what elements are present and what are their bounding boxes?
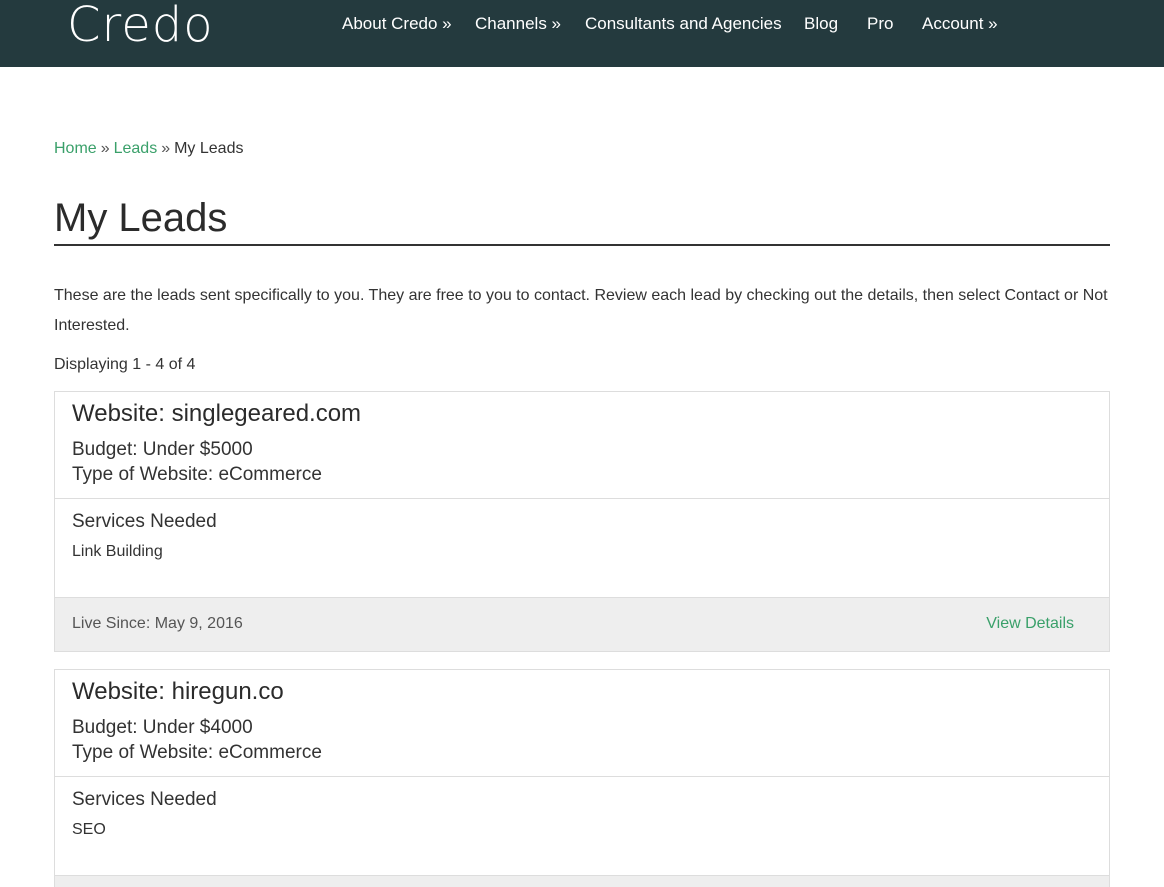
lead-card-header: Website: singlegeared.com Budget: Under … [55, 392, 1109, 499]
nav-channels[interactable]: Channels » [475, 13, 561, 35]
nav-blog[interactable]: Blog [804, 13, 838, 35]
lead-website-type: Type of Website: eCommerce [72, 742, 322, 763]
breadcrumb-current: My Leads [174, 140, 244, 157]
credo-logo[interactable]: Credo [67, 0, 214, 53]
nav-consultants-agencies[interactable]: Consultants and Agencies [585, 13, 782, 35]
nav-account[interactable]: Account » [922, 13, 998, 35]
lead-website: Website: singlegeared.com [72, 400, 362, 427]
lead-card: Website: singlegeared.com Budget: Under … [54, 391, 1110, 652]
services-needed-heading: Services Needed [72, 511, 217, 532]
result-count: Displaying 1 - 4 of 4 [54, 356, 196, 373]
breadcrumb: Home» Leads» My Leads [54, 139, 243, 159]
intro-text: These are the leads sent specifically to… [54, 287, 1108, 334]
live-since: Live Since: May 9, 2016 [72, 615, 243, 632]
top-navigation-bar: Credo About Credo » Channels » Consultan… [0, 0, 1164, 67]
lead-website: Website: hiregun.co [72, 678, 284, 705]
lead-budget: Budget: Under $5000 [72, 439, 253, 460]
breadcrumb-separator: » [161, 140, 171, 157]
nav-about-credo[interactable]: About Credo » [342, 13, 452, 35]
services-needed-value: Link Building [72, 543, 163, 560]
lead-card-header: Website: hiregun.co Budget: Under $4000 … [55, 670, 1109, 777]
services-needed-heading: Services Needed [72, 789, 217, 810]
lead-card-footer: Live Since: May 9, 2016 View Details [55, 598, 1109, 651]
nav-pro[interactable]: Pro [867, 13, 893, 35]
breadcrumb-leads-link[interactable]: Leads [114, 140, 158, 157]
breadcrumb-home-link[interactable]: Home [54, 140, 97, 157]
lead-card-footer [55, 876, 1109, 887]
title-divider [54, 244, 1110, 246]
view-details-link[interactable]: View Details [986, 614, 1074, 634]
lead-services-section: Services Needed Link Building [55, 499, 1109, 598]
lead-website-type: Type of Website: eCommerce [72, 464, 322, 485]
lead-services-section: Services Needed SEO [55, 777, 1109, 876]
lead-budget: Budget: Under $4000 [72, 717, 253, 738]
lead-card: Website: hiregun.co Budget: Under $4000 … [54, 669, 1110, 887]
page-title: My Leads [54, 196, 228, 240]
breadcrumb-separator: » [100, 140, 110, 157]
services-needed-value: SEO [72, 821, 106, 838]
